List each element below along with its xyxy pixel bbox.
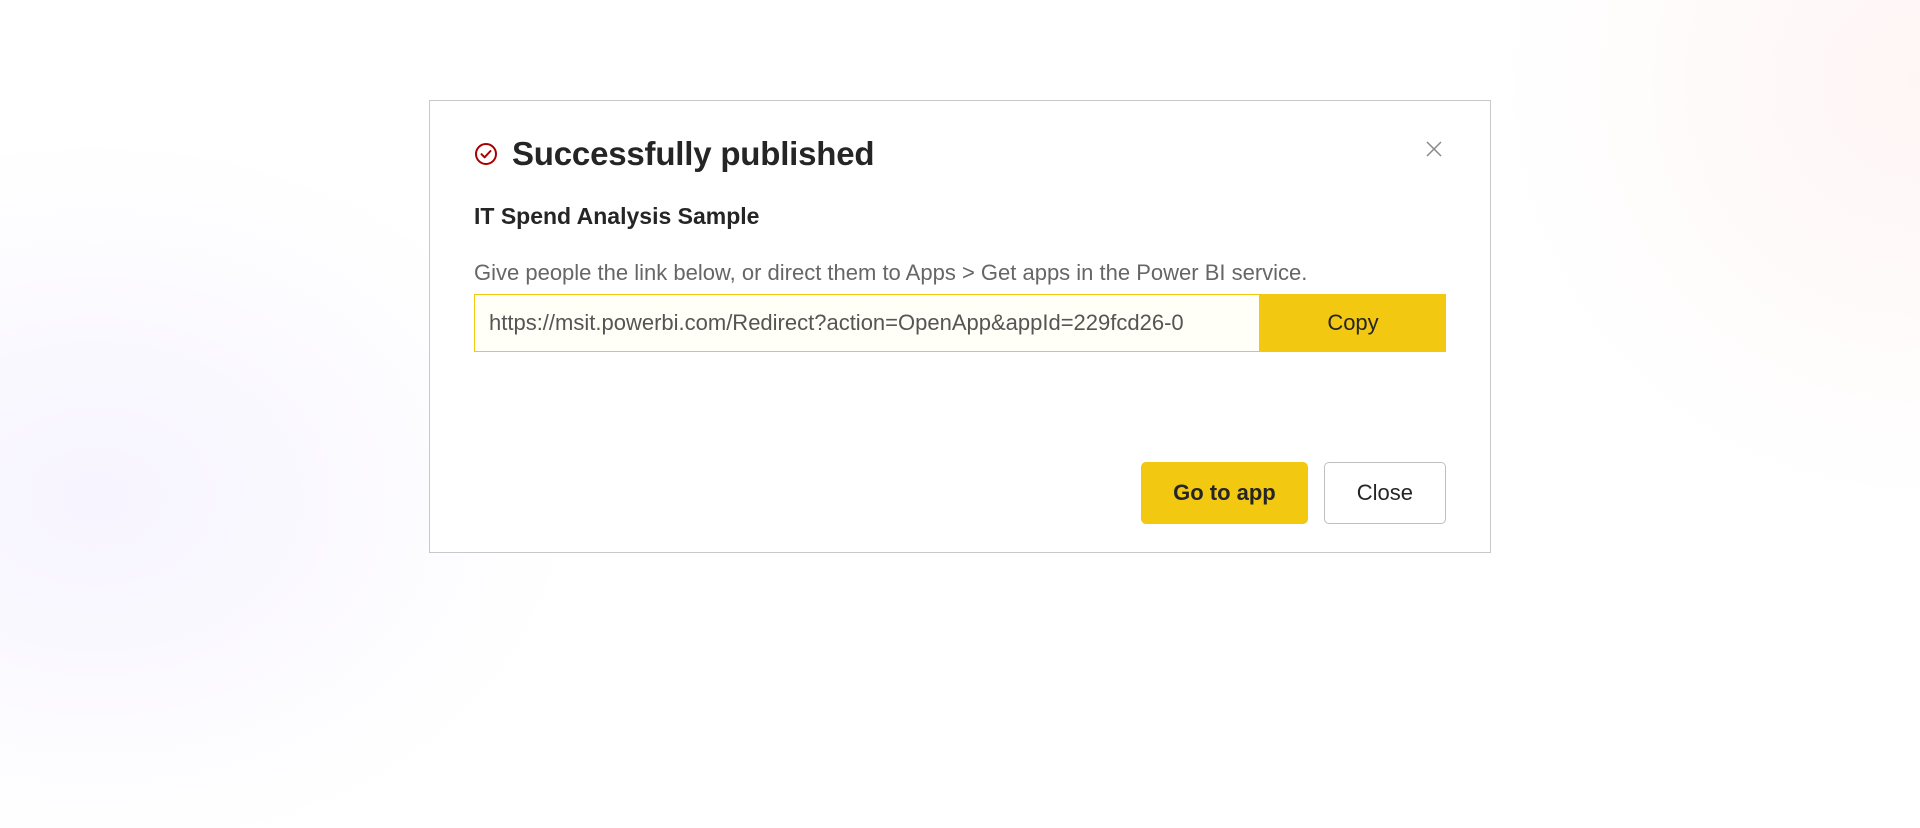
share-link-input[interactable] bbox=[474, 294, 1260, 352]
dialog-footer: Go to app Close bbox=[474, 462, 1446, 524]
dialog-title: Successfully published bbox=[512, 135, 874, 173]
dialog-header: Successfully published bbox=[474, 135, 1446, 173]
go-to-app-button[interactable]: Go to app bbox=[1141, 462, 1308, 524]
success-check-icon bbox=[474, 142, 498, 166]
instructions-text: Give people the link below, or direct th… bbox=[474, 260, 1446, 286]
close-icon[interactable] bbox=[1422, 137, 1446, 161]
publish-success-dialog: Successfully published IT Spend Analysis… bbox=[429, 100, 1491, 553]
close-button[interactable]: Close bbox=[1324, 462, 1446, 524]
app-name: IT Spend Analysis Sample bbox=[474, 203, 1446, 230]
copy-button[interactable]: Copy bbox=[1260, 294, 1446, 352]
link-row: Copy bbox=[474, 294, 1446, 352]
